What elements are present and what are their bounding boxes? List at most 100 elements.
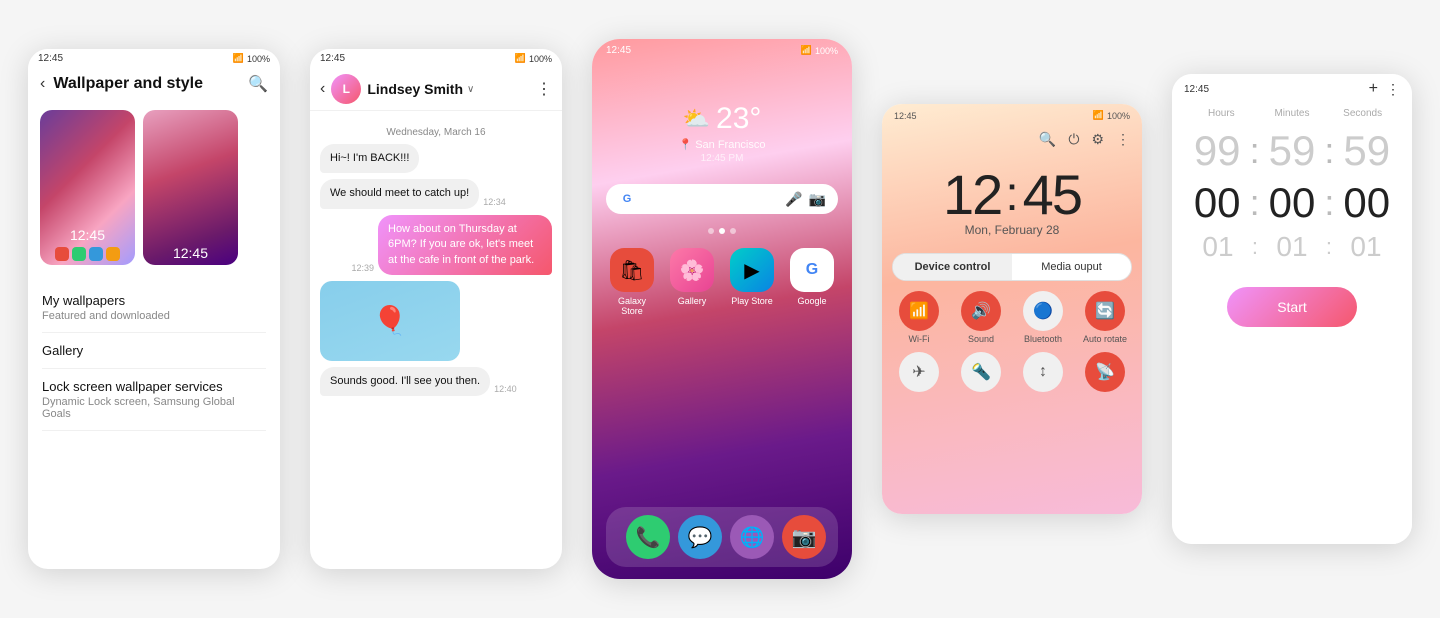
gallery-label: Gallery <box>678 296 707 306</box>
microphone-icon[interactable]: 🎤 <box>785 191 802 208</box>
lock-power-icon[interactable]: ⏻ <box>1068 131 1079 148</box>
app-google[interactable]: G Google <box>786 248 838 316</box>
timer-column-headers: Hours Minutes Seconds <box>1172 104 1412 123</box>
timer-sep-2: : <box>1324 130 1334 172</box>
timer-add-icon[interactable]: + <box>1369 80 1378 98</box>
msg-back-icon[interactable]: ‹ <box>320 80 325 98</box>
msg-chevron-icon[interactable]: ∨ <box>467 84 474 95</box>
tab-device-control[interactable]: Device control <box>893 254 1012 280</box>
bubble-time-3: 12:39 <box>351 263 374 273</box>
timer-top-row: 99 : 59 : 59 <box>1172 123 1412 179</box>
lock-more-icon[interactable]: ⋮ <box>1116 131 1130 148</box>
ctrl-bluetooth[interactable]: 🔵 Bluetooth <box>1016 291 1070 344</box>
bubble-time-2: 12:34 <box>483 197 506 207</box>
back-icon-1[interactable]: ‹ <box>40 75 45 93</box>
dot-1 <box>708 228 714 234</box>
status-icons-2: 📶 100% <box>515 53 552 64</box>
lock-settings-icon[interactable]: ⚙ <box>1091 131 1104 148</box>
wp-content-1: 12:45 <box>44 227 131 261</box>
home-battery: 100% <box>815 46 838 56</box>
msg-name-row: Lindsey Smith ∨ <box>367 81 530 97</box>
bubble-text-3: How about on Thursday at 6PM? If you are… <box>378 215 552 275</box>
app-galaxy-store[interactable]: 🛍 Galaxy Store <box>606 248 658 316</box>
lock-clock: 12 : 45 Mon, February 28 <box>882 152 1142 241</box>
galaxy-store-label: Galaxy Store <box>606 296 658 316</box>
home-status-bar: 12:45 📶 100% <box>592 39 852 62</box>
timer-sep-3: : <box>1250 182 1260 224</box>
time-2: 12:45 <box>320 53 345 64</box>
message-bubble-2: We should meet to catch up! 12:34 <box>320 179 552 208</box>
gallery-item[interactable]: Gallery <box>42 333 266 369</box>
balloons-image: 🎈 <box>320 281 460 361</box>
app-play-store[interactable]: ▶ Play Store <box>726 248 778 316</box>
dock-messages-icon[interactable]: 💬 <box>678 515 722 559</box>
search-icon-1[interactable]: 🔍 <box>248 74 268 94</box>
wp-app-green <box>72 247 86 261</box>
contact-name: Lindsey Smith <box>367 81 463 97</box>
lock-search-icon[interactable]: 🔍 <box>1039 131 1056 148</box>
ctrl-sound[interactable]: 🔊 Sound <box>954 291 1008 344</box>
timer-content: 12:45 + ⋮ Hours Minutes Seconds 99 : 59 … <box>1172 74 1412 544</box>
city-name: San Francisco <box>695 139 765 151</box>
timer-sep-5: : <box>1252 234 1258 260</box>
time-1: 12:45 <box>38 53 63 64</box>
search-bar[interactable]: G 🎤 📷 <box>606 184 838 214</box>
wallpaper-preview-1[interactable]: 12:45 <box>40 110 135 265</box>
ctrl-sync[interactable]: ↕ <box>1016 352 1070 392</box>
menu-section: My wallpapers Featured and downloaded Ga… <box>28 275 280 439</box>
ctrl-cast-icon: 📡 <box>1085 352 1125 392</box>
lens-icon[interactable]: 📷 <box>809 191 826 208</box>
timer-seconds-main: 00 <box>1337 179 1397 227</box>
message-bubble-1: Hi~! I'm BACK!!! <box>320 144 552 173</box>
lock-battery: 100% <box>1107 111 1130 121</box>
message-bubble-5: Sounds good. I'll see you then. 12:40 <box>320 367 552 396</box>
my-wallpapers-title: My wallpapers <box>42 293 266 308</box>
ctrl-sound-icon: 🔊 <box>961 291 1001 331</box>
play-store-icon: ▶ <box>730 248 774 292</box>
ctrl-wifi[interactable]: 📶 Wi-Fi <box>892 291 946 344</box>
weather-widget: ⛅ 23° 📍 San Francisco 12:45 PM <box>592 102 852 164</box>
battery-1: 100% <box>247 54 270 64</box>
wallpaper-preview-2[interactable]: 12:45 <box>143 110 238 265</box>
lock-time-display: 12 : 45 <box>882 162 1142 227</box>
ctrl-flashlight[interactable]: 🔦 <box>954 352 1008 392</box>
weather-temperature: 23° <box>716 102 761 136</box>
ctrl-cast[interactable]: 📡 <box>1078 352 1132 392</box>
ctrl-airplane[interactable]: ✈ <box>892 352 946 392</box>
dock-camera-icon[interactable]: 📷 <box>782 515 826 559</box>
lock-hour: 12 <box>943 162 1001 227</box>
timer-sep-4: : <box>1324 182 1334 224</box>
ctrl-rotate[interactable]: 🔄 Auto rotate <box>1078 291 1132 344</box>
wifi-icon-2: 📶 <box>515 53 526 64</box>
timer-minutes-top: 59 <box>1262 127 1322 175</box>
timer-sep-6: : <box>1326 234 1332 260</box>
lock-colon: : <box>1005 167 1018 222</box>
home-background: 12:45 📶 100% ⛅ 23° 📍 San Francisco 12:45… <box>592 39 852 579</box>
start-button[interactable]: Start <box>1227 287 1357 327</box>
wp-icons-1 <box>44 247 131 261</box>
my-wallpapers-item[interactable]: My wallpapers Featured and downloaded <box>42 283 266 333</box>
timer-main-row: 00 : 00 : 00 <box>1172 179 1412 227</box>
dock-browser-icon[interactable]: 🌐 <box>730 515 774 559</box>
minutes-label: Minutes <box>1262 108 1322 119</box>
home-wifi-icon: 📶 <box>801 45 812 56</box>
tab-media-output[interactable]: Media ouput <box>1012 254 1131 280</box>
bubble-text-1: Hi~! I'm BACK!!! <box>320 144 419 173</box>
dock-phone-icon[interactable]: 📞 <box>626 515 670 559</box>
ctrl-wifi-icon: 📶 <box>899 291 939 331</box>
home-time: 12:45 <box>606 45 631 56</box>
weather-row: ⛅ 23° <box>683 102 762 136</box>
gallery-icon: 🌸 <box>670 248 714 292</box>
ctrl-bluetooth-icon: 🔵 <box>1023 291 1063 331</box>
ctrl-rotate-icon: 🔄 <box>1085 291 1125 331</box>
ctrl-airplane-icon: ✈ <box>899 352 939 392</box>
lock-screen-item[interactable]: Lock screen wallpaper services Dynamic L… <box>42 369 266 431</box>
timer-more-icon[interactable]: ⋮ <box>1386 81 1400 98</box>
msg-more-icon[interactable]: ⋮ <box>536 79 552 99</box>
app-gallery[interactable]: 🌸 Gallery <box>666 248 718 316</box>
ctrl-wifi-label: Wi-Fi <box>909 334 930 344</box>
screens-container: 12:45 📶 100% ‹ Wallpaper and style 🔍 12:… <box>0 0 1440 618</box>
hours-label: Hours <box>1191 108 1251 119</box>
lock-status-icons: 📶 100% <box>1093 110 1130 121</box>
lock-wifi-icon: 📶 <box>1093 110 1104 121</box>
